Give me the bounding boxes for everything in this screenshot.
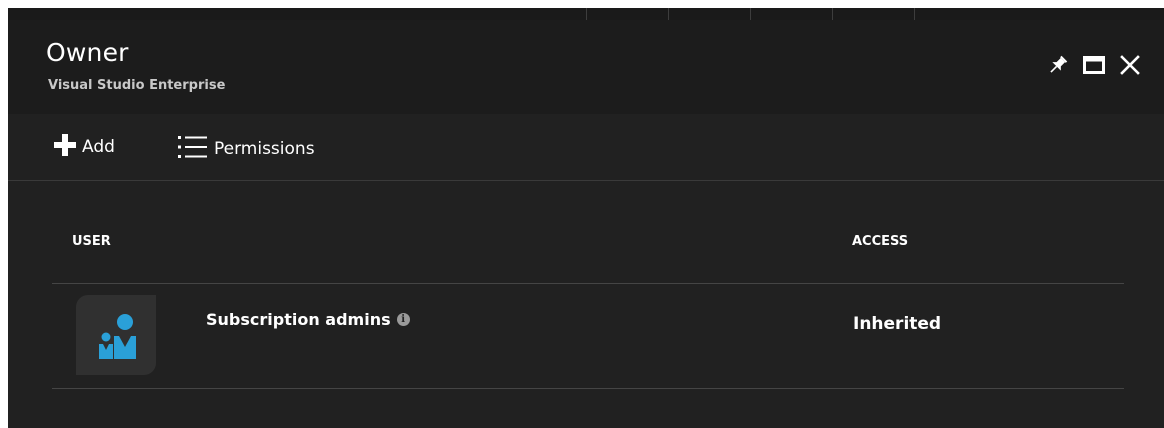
divider (586, 8, 587, 20)
close-icon[interactable] (1112, 50, 1148, 80)
divider (832, 8, 833, 20)
blade-header: Owner Visual Studio Enterprise (8, 20, 1164, 114)
maximize-icon[interactable] (1076, 50, 1112, 80)
blade-subtitle: Visual Studio Enterprise (48, 78, 226, 93)
divider (914, 8, 915, 20)
user-name: Subscription admins (206, 310, 391, 329)
divider (668, 8, 669, 20)
add-button[interactable]: Add (54, 134, 115, 160)
column-header-access[interactable]: ACCESS (852, 234, 908, 249)
command-bar: Add Permissions (8, 114, 1164, 181)
users-group-icon (76, 295, 156, 375)
blade-title: Owner (46, 38, 129, 67)
table-row[interactable]: Subscription admins i Inherited (52, 283, 1124, 389)
list-icon (178, 134, 208, 164)
divider (750, 8, 751, 20)
add-button-label: Add (82, 137, 115, 157)
access-cell: Inherited (853, 314, 942, 334)
info-icon[interactable]: i (396, 313, 410, 326)
plus-icon (54, 134, 76, 160)
window-controls (1040, 50, 1148, 80)
pin-icon[interactable] (1040, 50, 1076, 80)
column-header-user[interactable]: USER (72, 234, 111, 249)
permissions-button-label: Permissions (214, 139, 315, 159)
user-cell: Subscription admins i (206, 310, 410, 329)
permissions-button[interactable]: Permissions (178, 134, 315, 164)
background-blade-strip (8, 8, 1164, 20)
owner-blade: Owner Visual Studio Enterprise Add Permi… (8, 8, 1164, 428)
